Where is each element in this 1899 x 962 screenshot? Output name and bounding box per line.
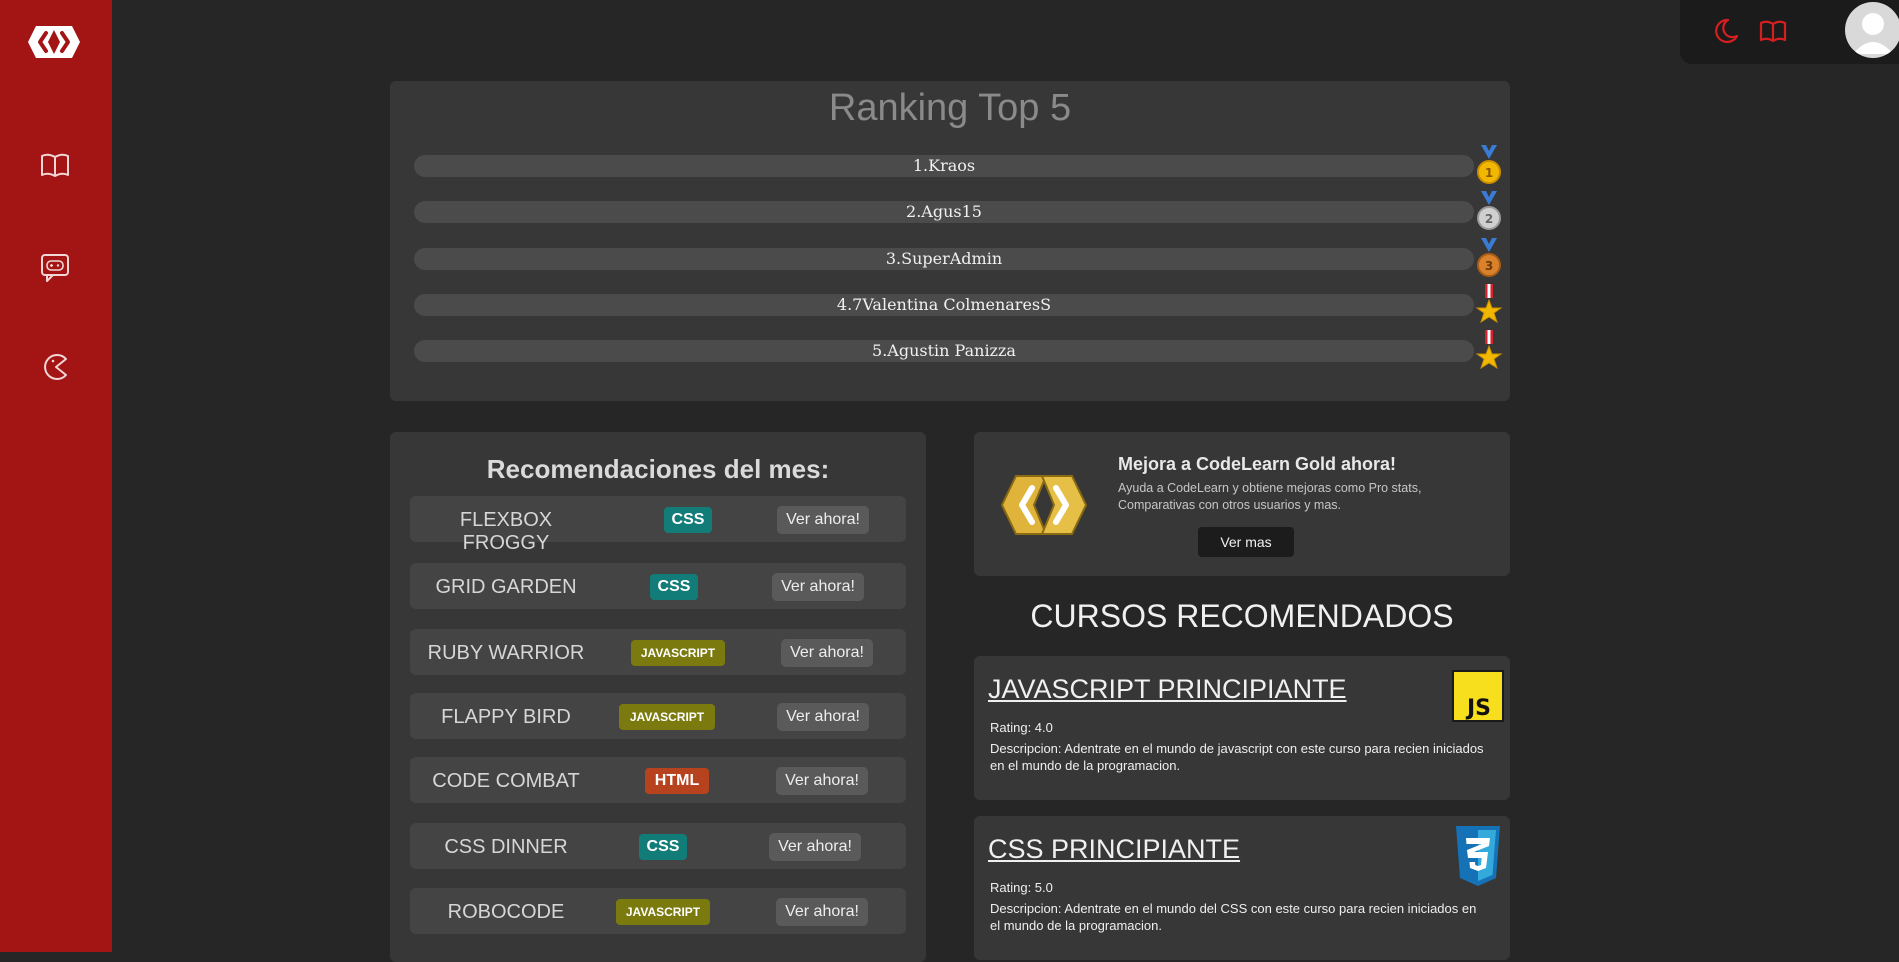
tag-badge: JAVASCRIPT — [631, 640, 725, 666]
pacman-icon[interactable] — [38, 350, 72, 384]
tag-badge: HTML — [645, 768, 709, 794]
promo-title: Mejora a CodeLearn Gold ahora! — [1118, 454, 1397, 474]
recommendation-name: RUBY WARRIOR — [427, 642, 585, 664]
user-avatar-icon[interactable] — [1845, 2, 1899, 58]
recommendation-row: CODE COMBAT HTML Ver ahora! — [410, 757, 906, 803]
codelearn-gold-logo-icon — [1000, 475, 1088, 535]
recommendation-row: ROBOCODE JAVASCRIPT Ver ahora! — [410, 888, 906, 934]
recommendation-row: RUBY WARRIOR JAVASCRIPT Ver ahora! — [410, 629, 906, 675]
tag-badge: JAVASCRIPT — [619, 704, 715, 730]
ranking-row: 1.Kraos 1 — [414, 145, 1501, 184]
ranking-row: 2.Agus15 2 — [414, 191, 1501, 230]
ranking-panel: Ranking Top 5 1.Kraos 1 2.Agus15 2 3.Sup… — [390, 81, 1510, 401]
tag-badge: CSS — [639, 834, 687, 860]
recommendations-title: Recomendaciones del mes: — [486, 454, 830, 484]
ver-ahora-button[interactable]: Ver ahora! — [777, 703, 869, 731]
gold-promo-card: Mejora a CodeLearn Gold ahora! Ayuda a C… — [974, 432, 1510, 576]
codelearn-logo-icon[interactable] — [26, 22, 82, 62]
svg-text:2: 2 — [1485, 212, 1493, 226]
ranking-row: 5.Agustin Panizza — [414, 330, 1503, 370]
military-medal-icon — [1475, 330, 1503, 370]
course-card: CSS PRINCIPIANTE Rating: 5.0 Descripcion… — [974, 816, 1510, 960]
css3-logo-icon — [1456, 826, 1500, 886]
ranking-row: 4.7Valentina ColmenaresS — [414, 284, 1503, 324]
ver-ahora-button[interactable]: Ver ahora! — [772, 573, 864, 601]
recommendation-name: FLAPPY BIRD — [441, 706, 571, 728]
course-name-link[interactable]: JAVASCRIPT PRINCIPIANTE — [988, 674, 1347, 705]
book-icon[interactable] — [38, 148, 72, 182]
svg-text:JS: JS — [1465, 696, 1491, 721]
recommendation-name: ROBOCODE — [447, 901, 565, 923]
recommendation-row: FLAPPY BIRD JAVASCRIPT Ver ahora! — [410, 693, 906, 739]
svg-text:3: 3 — [1485, 259, 1493, 273]
course-card: JAVASCRIPT PRINCIPIANTE Rating: 4.0 Desc… — [974, 656, 1510, 800]
tag-badge: JAVASCRIPT — [616, 899, 710, 925]
recommendation-name: FLEXBOX FROGGY — [459, 509, 553, 554]
recommendation-row: GRID GARDEN CSS Ver ahora! — [410, 563, 906, 609]
course-name-link[interactable]: CSS PRINCIPIANTE — [988, 834, 1240, 865]
ranking-name: 4.7Valentina ColmenaresS — [836, 295, 1052, 314]
ver-ahora-button[interactable]: Ver ahora! — [781, 639, 873, 667]
recommendation-name: CODE COMBAT — [432, 770, 580, 792]
ranking-name: 5.Agustin Panizza — [872, 341, 1016, 360]
tag-badge: CSS — [664, 507, 712, 533]
course-description: Descripcion: Adentrate en el mundo de ja… — [990, 741, 1484, 773]
ranking-name: 2.Agus15 — [906, 202, 982, 221]
bronze-medal-icon: 3 — [1477, 238, 1501, 277]
sidebar — [0, 0, 112, 952]
gold-medal-icon: 1 — [1477, 145, 1501, 184]
ver-ahora-button[interactable]: Ver ahora! — [777, 506, 869, 534]
course-rating: Rating: 5.0 — [990, 880, 1053, 895]
course-rating: Rating: 4.0 — [990, 720, 1053, 735]
gamepad-chat-icon[interactable] — [38, 250, 72, 284]
recommendations-panel: Recomendaciones del mes: FLEXBOX FROGGY … — [390, 432, 926, 962]
ranking-title: Ranking Top 5 — [828, 87, 1072, 129]
ver-ahora-button[interactable]: Ver ahora! — [776, 898, 868, 926]
book-icon[interactable] — [1758, 16, 1788, 46]
recommendation-row: FLEXBOX FROGGY CSS Ver ahora! — [410, 496, 906, 554]
recommendation-row: CSS DINNER CSS Ver ahora! — [410, 823, 906, 869]
ver-mas-button[interactable]: Ver mas — [1198, 527, 1294, 557]
javascript-logo-icon: JS — [1452, 670, 1504, 722]
military-medal-icon — [1475, 284, 1503, 324]
silver-medal-icon: 2 — [1477, 191, 1501, 230]
ranking-name: 3.SuperAdmin — [885, 249, 1003, 268]
courses-title: CURSOS RECOMENDADOS — [1030, 598, 1454, 634]
tag-badge: CSS — [650, 574, 698, 600]
ver-ahora-button[interactable]: Ver ahora! — [769, 833, 861, 861]
recommendation-name: CSS DINNER — [444, 836, 568, 858]
ranking-name: 1.Kraos — [912, 156, 976, 175]
promo-description: Ayuda a CodeLearn y obtiene mejoras como… — [1118, 481, 1422, 512]
svg-text:1: 1 — [1485, 166, 1493, 180]
ranking-row: 3.SuperAdmin 3 — [414, 238, 1501, 277]
moon-icon[interactable] — [1710, 16, 1740, 46]
ver-ahora-button[interactable]: Ver ahora! — [776, 767, 868, 795]
course-description: Descripcion: Adentrate en el mundo del C… — [990, 901, 1477, 933]
recommendation-name: GRID GARDEN — [435, 576, 577, 598]
